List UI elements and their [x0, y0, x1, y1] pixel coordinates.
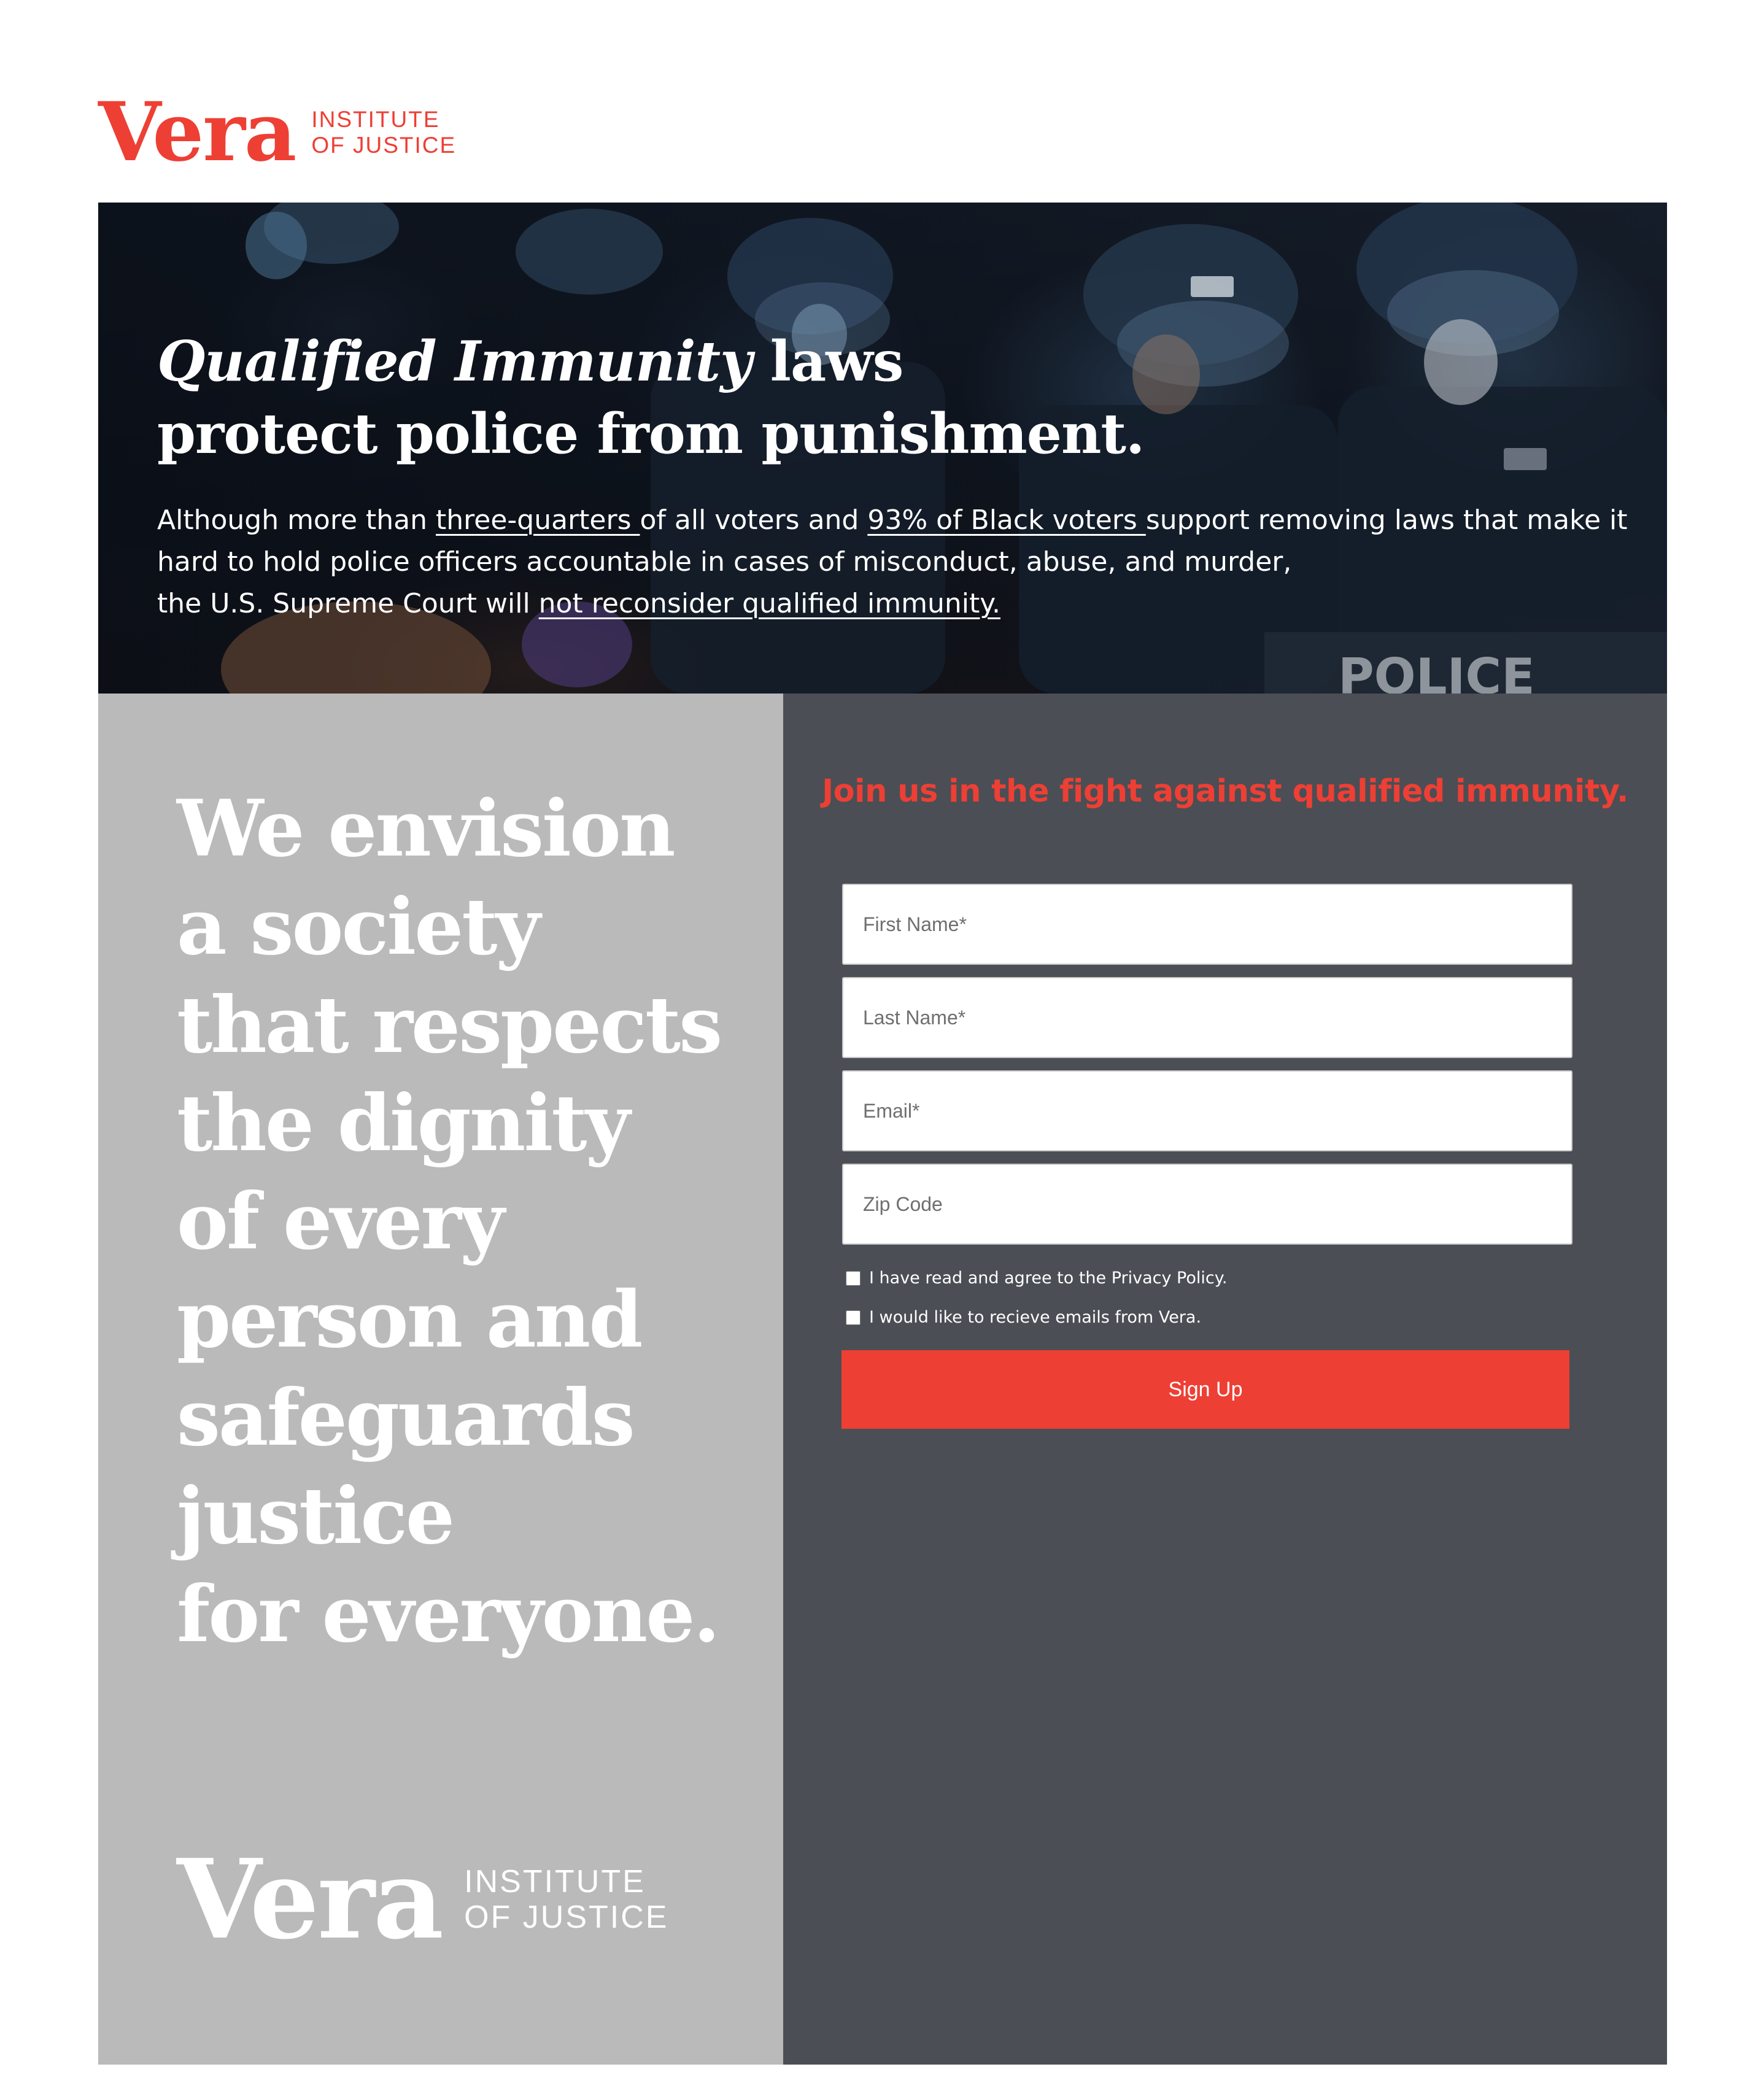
- email-optin-label[interactable]: I would like to recieve emails from Vera…: [869, 1308, 1201, 1327]
- supreme-court-link[interactable]: not reconsider qualified immunity.: [539, 588, 1000, 619]
- footer-logo-subtitle-line2: OF JUSTICE: [464, 1899, 669, 1935]
- header-logo[interactable]: Vera INSTITUTE OF JUSTICE: [98, 92, 456, 173]
- privacy-policy-row: I have read and agree to the Privacy Pol…: [846, 1269, 1227, 1288]
- hero-text-line3-prefix: the U.S. Supreme Court will: [157, 588, 539, 619]
- vision-line: We envision: [177, 783, 676, 874]
- hero-description: Although more than three-quarters of all…: [157, 500, 1642, 625]
- vision-line: a society: [177, 881, 541, 972]
- last-name-field[interactable]: [842, 977, 1573, 1058]
- vision-line: of every: [177, 1176, 505, 1267]
- logo-wordmark: Vera: [98, 85, 296, 180]
- hero-banner: POLICE Qualified Immunity laws protect po…: [98, 203, 1667, 694]
- first-name-field[interactable]: [842, 884, 1573, 965]
- hero-title-line2: protect police from punishment.: [157, 401, 1145, 466]
- hero-text-part3: support removing laws that make it: [1145, 504, 1628, 536]
- black-voters-link[interactable]: 93% of Black voters: [867, 504, 1146, 536]
- footer-logo-wordmark: Vera: [177, 1835, 444, 1963]
- signup-form-panel: Join us in the fight against qualified i…: [783, 694, 1667, 2065]
- email-field[interactable]: [842, 1070, 1573, 1151]
- vision-panel: We envision a society that respects the …: [98, 694, 783, 2065]
- vision-line: the dignity: [177, 1078, 630, 1169]
- logo-subtitle-line2: OF JUSTICE: [311, 133, 457, 158]
- email-optin-checkbox[interactable]: [846, 1310, 861, 1325]
- hero-text-part2: of all voters and: [640, 504, 868, 536]
- zip-code-field[interactable]: [842, 1164, 1573, 1245]
- vision-statement: We envision a society that respects the …: [177, 779, 722, 1663]
- vision-line: safeguards: [177, 1372, 635, 1463]
- hero-title-emphasis: Qualified Immunity: [157, 329, 752, 394]
- logo-subtitle: INSTITUTE OF JUSTICE: [311, 107, 456, 158]
- hero-title: Qualified Immunity laws protect police fr…: [157, 325, 1642, 470]
- footer-logo-subtitle: INSTITUTE OF JUSTICE: [464, 1864, 668, 1935]
- email-optin-row: I would like to recieve emails from Vera…: [846, 1308, 1201, 1327]
- sign-up-button[interactable]: Sign Up: [841, 1350, 1569, 1429]
- three-quarters-link[interactable]: three-quarters: [436, 504, 640, 536]
- privacy-policy-checkbox[interactable]: [846, 1270, 861, 1286]
- svg-text:POLICE: POLICE: [1338, 648, 1535, 694]
- hero-text-line2: hard to hold police officers accountable…: [157, 546, 1292, 578]
- form-heading: Join us in the fight against qualified i…: [822, 773, 1628, 810]
- hero-text-part1: Although more than: [157, 504, 436, 536]
- hero-content: Qualified Immunity laws protect police fr…: [157, 325, 1642, 625]
- footer-logo-subtitle-line1: INSTITUTE: [464, 1864, 646, 1899]
- vision-line: for everyone.: [177, 1569, 720, 1660]
- privacy-policy-label[interactable]: I have read and agree to the Privacy Pol…: [869, 1269, 1227, 1288]
- vision-line: that respects: [177, 980, 722, 1070]
- footer-logo: Vera INSTITUTE OF JUSTICE: [177, 1845, 668, 1954]
- vision-line: person and: [177, 1274, 643, 1365]
- logo-subtitle-line1: INSTITUTE: [311, 107, 440, 132]
- hero-title-line1-rest: laws: [751, 329, 904, 394]
- vision-line: justice: [177, 1470, 455, 1561]
